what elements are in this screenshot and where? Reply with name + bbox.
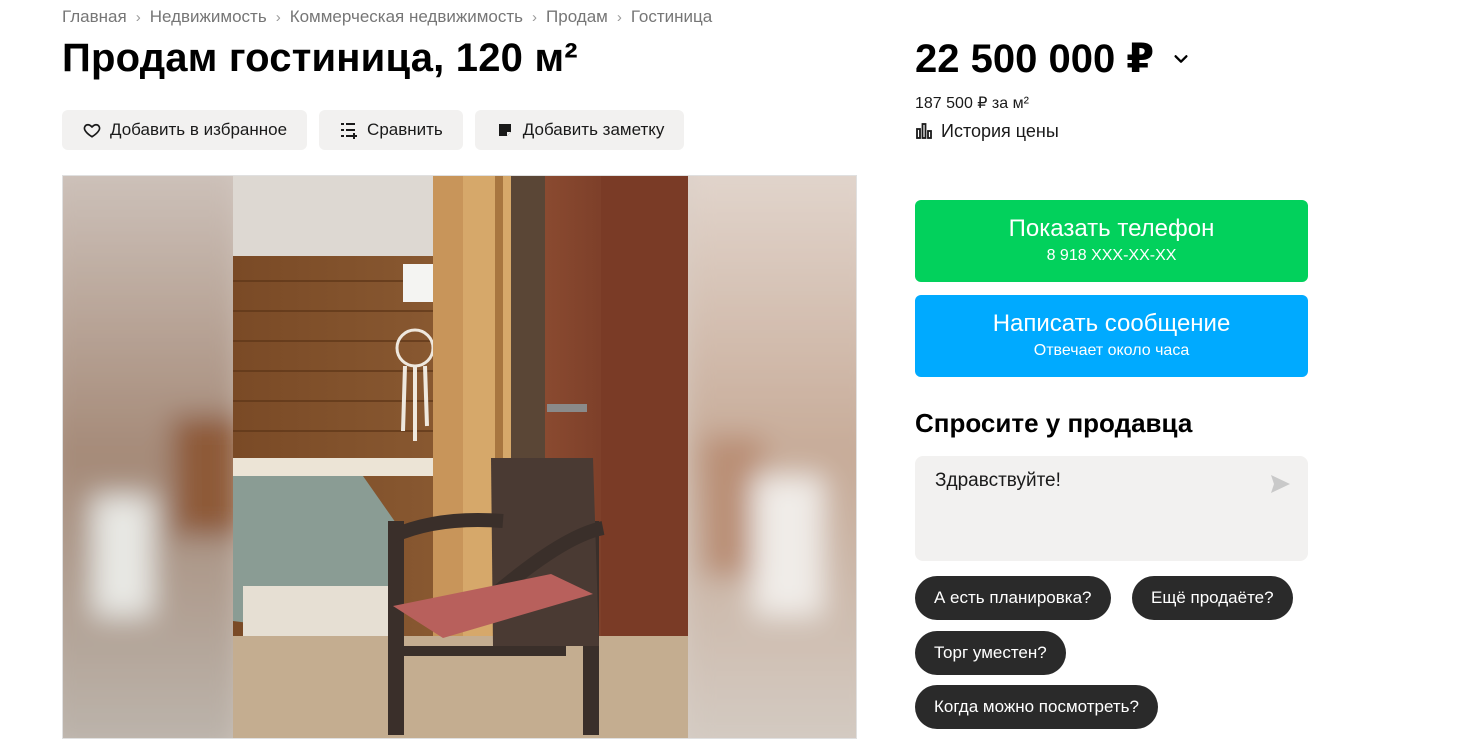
heart-icon [82,120,102,140]
compare-label: Сравнить [367,120,443,139]
response-time: Отвечает около часа [1033,342,1190,359]
breadcrumb-item-commercial[interactable]: Коммерческая недвижимость [290,7,523,27]
quick-question-chip[interactable]: Торг уместен? [915,631,1066,675]
price-history-label: История цены [941,121,1059,141]
listing-photo[interactable] [62,175,857,739]
breadcrumb-separator: › [275,8,281,26]
breadcrumb: Главная › Недвижимость › Коммерческая не… [62,7,712,27]
breadcrumb-item-home[interactable]: Главная [62,7,127,27]
show-phone-button[interactable]: Показать телефон 8 918 XXX-XX-XX [915,200,1308,282]
phone-masked: 8 918 XXX-XX-XX [1046,247,1177,264]
price-per-square-meter: 187 500 ₽ за м² [915,95,1029,112]
listing-actions: Добавить в избранное Сравнить Добавить з… [62,110,685,150]
ask-seller-input[interactable]: Здравствуйте! [915,456,1308,561]
quick-question-chip[interactable]: Когда можно посмотреть? [915,685,1158,729]
add-note-button[interactable]: Добавить заметку [474,110,685,150]
chart-icon [915,122,935,142]
quick-question-chip[interactable]: Ещё продаёте? [1132,576,1293,620]
breadcrumb-separator: › [616,8,622,26]
show-phone-label: Показать телефон [1008,215,1215,242]
breadcrumb-separator: › [135,8,141,26]
breadcrumb-separator: › [532,8,538,26]
write-message-button[interactable]: Написать сообщение Отвечает около часа [915,295,1308,377]
price: 22 500 000 ₽ [915,37,1155,81]
breadcrumb-item-sell[interactable]: Продам [546,7,608,27]
send-icon[interactable] [1268,472,1292,496]
page-title: Продам гостиница, 120 м² [62,36,578,80]
quick-question-chip[interactable]: А есть планировка? [915,576,1111,620]
write-message-label: Написать сообщение [992,310,1231,337]
listing-photo-image [63,176,856,738]
ask-seller-title: Спросите у продавца [915,408,1193,438]
add-favorite-button[interactable]: Добавить в избранное [62,110,308,150]
price-history-link[interactable]: История цены [915,121,1059,142]
compare-button[interactable]: Сравнить [319,110,463,150]
add-favorite-label: Добавить в избранное [110,120,288,139]
breadcrumb-item-hotel[interactable]: Гостиница [631,7,712,27]
chevron-down-icon[interactable] [1170,48,1192,70]
price-row: 22 500 000 ₽ [915,36,1192,82]
note-icon [495,120,515,140]
compare-icon [339,120,359,140]
add-note-label: Добавить заметку [522,120,665,139]
ask-seller-text[interactable]: Здравствуйте! [935,470,1061,492]
breadcrumb-item-realty[interactable]: Недвижимость [150,7,267,27]
